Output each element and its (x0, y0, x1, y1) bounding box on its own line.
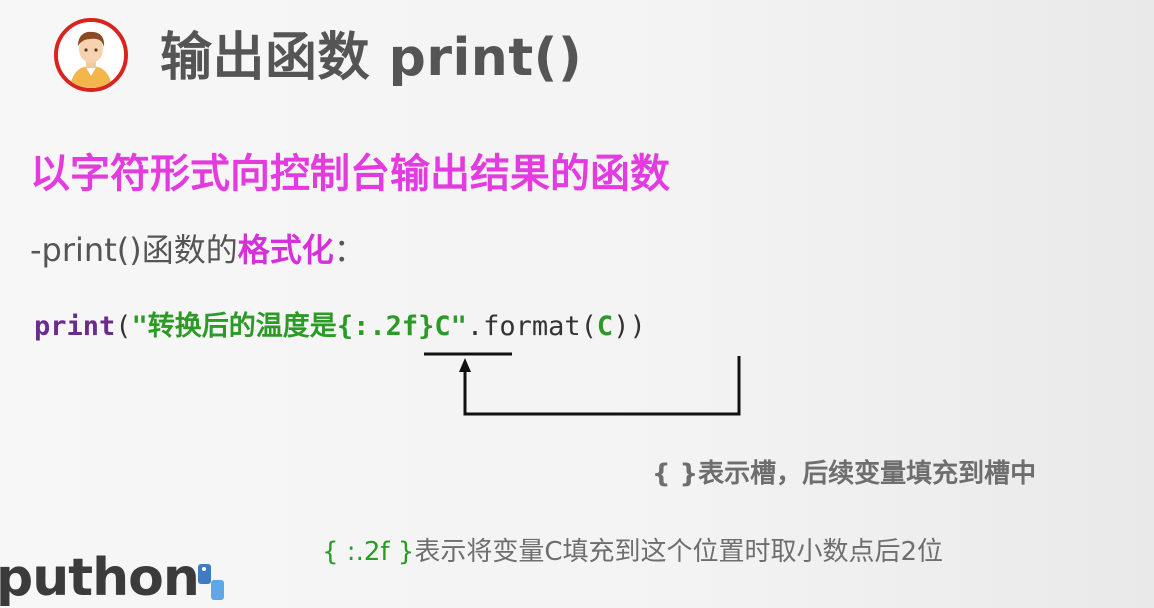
arrow-head-icon (459, 358, 471, 372)
format-note-slot: { :.2f } (322, 537, 415, 567)
python-logo-icon (198, 564, 224, 600)
format-note-text: 表示将变量C填充到这个位置时取小数点后2位 (414, 537, 944, 567)
logo-text: puthon (0, 548, 200, 608)
arg-to-slot-connector (463, 356, 741, 416)
format-note: { :.2f }表示将变量C填充到这个位置时取小数点后2位 (322, 530, 943, 574)
slot-note: { }表示槽，后续变量填充到槽中 (652, 459, 1037, 489)
slot-arrow-diagram (424, 352, 741, 416)
